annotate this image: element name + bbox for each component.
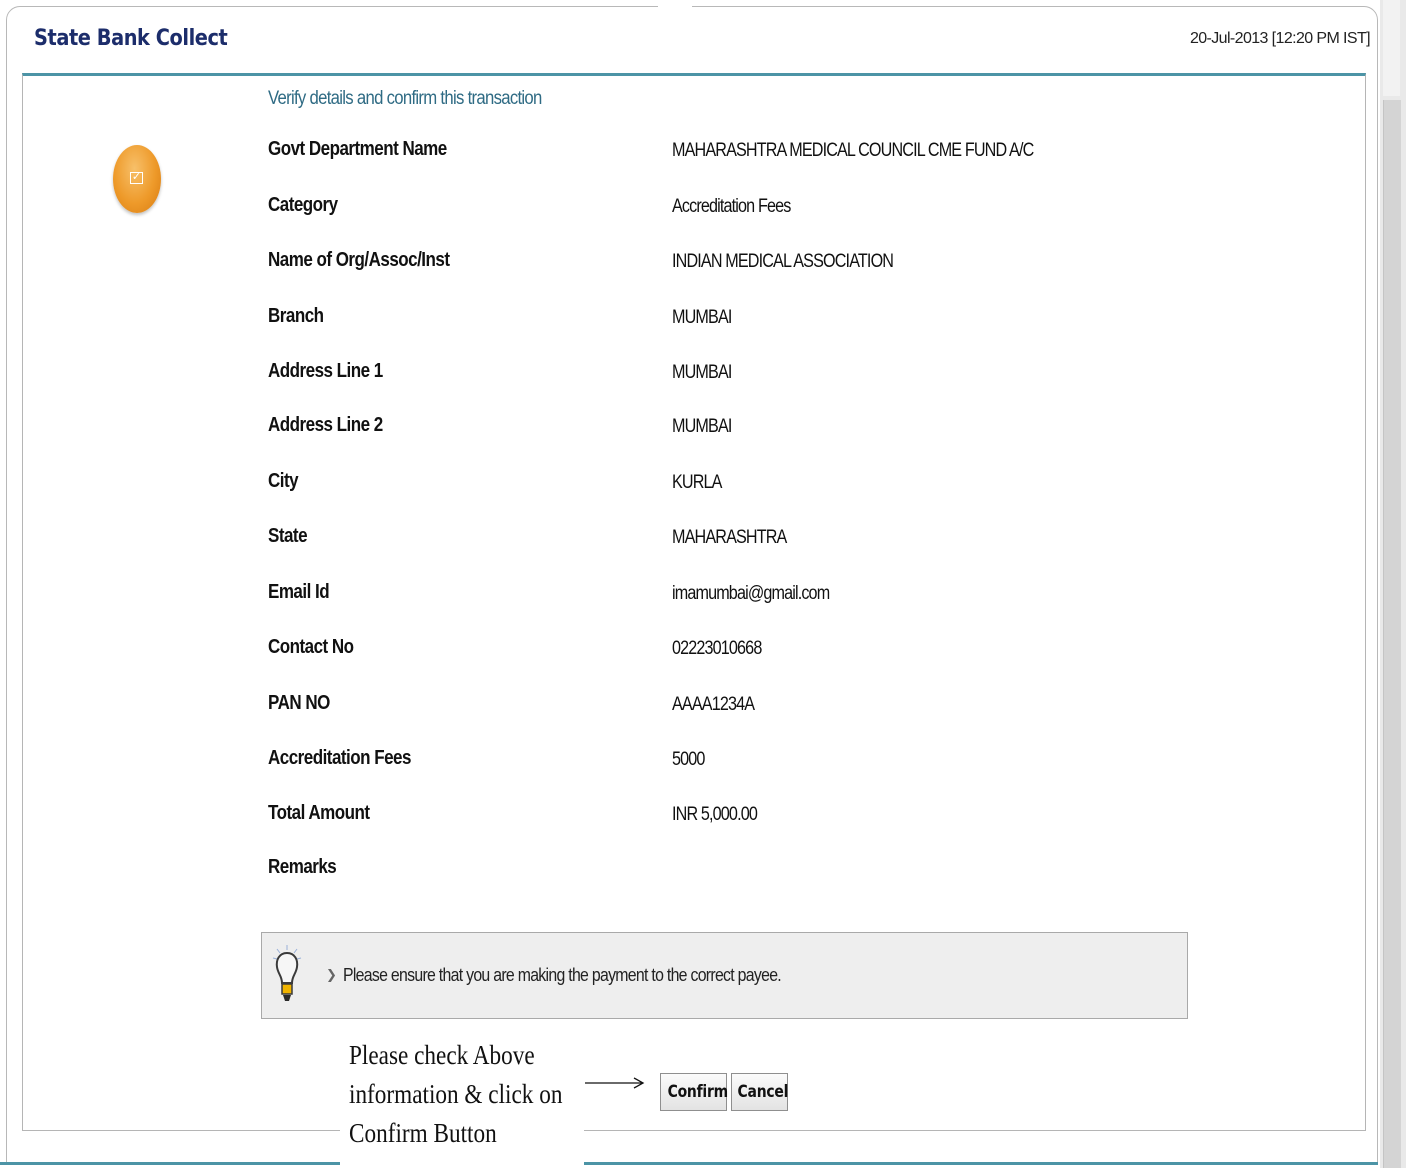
datetime-stamp: 20-Jul-2013 [12:20 PM IST] bbox=[1189, 30, 1371, 47]
detail-row: Email Id imamumbai@gmail.com bbox=[268, 581, 1268, 611]
detail-value: MUMBAI bbox=[672, 362, 732, 383]
detail-label: Remarks bbox=[268, 856, 337, 878]
confirm-button[interactable]: Confirm bbox=[660, 1073, 729, 1111]
detail-row: State MAHARASHTRA bbox=[268, 525, 1268, 555]
confirm-check-icon: ✓ bbox=[113, 145, 161, 213]
detail-value: INDIAN MEDICAL ASSOCIATION bbox=[672, 251, 894, 272]
vertical-scrollbar[interactable] bbox=[1380, 0, 1406, 1168]
detail-label: Address Line 1 bbox=[268, 360, 383, 382]
payee-notice-box: ❯ Please ensure that you are making the … bbox=[261, 932, 1188, 1019]
confirm-button-label: Confirm bbox=[667, 1082, 729, 1102]
detail-row: Remarks bbox=[268, 856, 1268, 886]
scrollbar-track[interactable] bbox=[1383, 0, 1400, 96]
detail-label: Govt Department Name bbox=[268, 138, 447, 160]
detail-value: imamumbai@gmail.com bbox=[672, 583, 830, 604]
page: State Bank Collect 20-Jul-2013 [12:20 PM… bbox=[0, 0, 1406, 1168]
detail-label: City bbox=[268, 470, 299, 492]
cancel-button-label: Cancel bbox=[737, 1082, 789, 1102]
detail-row: Name of Org/Assoc/Inst INDIAN MEDICAL AS… bbox=[268, 249, 1268, 279]
detail-label: Email Id bbox=[268, 581, 330, 603]
detail-value: INR 5,000.00 bbox=[672, 804, 758, 825]
instruction-line: Confirm Button bbox=[349, 1118, 497, 1148]
detail-value: 02223010668 bbox=[672, 638, 762, 659]
detail-row: Address Line 1 MUMBAI bbox=[268, 360, 1268, 390]
scrollbar-thumb[interactable] bbox=[1383, 100, 1401, 1168]
detail-row: Total Amount INR 5,000.00 bbox=[268, 802, 1268, 832]
detail-row: Category Accreditation Fees bbox=[268, 194, 1268, 224]
bullet-arrow-icon: ❯ bbox=[326, 967, 337, 982]
detail-label: State bbox=[268, 525, 308, 547]
pointer-arrow-icon bbox=[585, 1077, 645, 1089]
frame-gap bbox=[658, 0, 692, 70]
detail-value: AAAA1234A bbox=[672, 694, 755, 715]
detail-value: Accreditation Fees bbox=[672, 196, 791, 217]
detail-label: Branch bbox=[268, 305, 324, 327]
bottom-rule bbox=[0, 1162, 1378, 1165]
detail-value: MUMBAI bbox=[672, 416, 732, 437]
detail-row: Govt Department Name MAHARASHTRA MEDICAL… bbox=[268, 138, 1268, 168]
instruction-line: information & click on bbox=[349, 1079, 563, 1109]
payee-notice-text: Please ensure that you are making the pa… bbox=[343, 965, 782, 985]
detail-label: Category bbox=[268, 194, 338, 216]
detail-row: Contact No 02223010668 bbox=[268, 636, 1268, 666]
detail-value: MAHARASHTRA bbox=[672, 527, 787, 548]
detail-label: Address Line 2 bbox=[268, 414, 383, 436]
detail-value: 5000 bbox=[672, 749, 705, 770]
cancel-button[interactable]: Cancel bbox=[731, 1073, 788, 1111]
app-title: State Bank Collect bbox=[34, 26, 228, 51]
detail-value: MAHARASHTRA MEDICAL COUNCIL CME FUND A/C bbox=[672, 140, 1034, 161]
detail-row: Accreditation Fees 5000 bbox=[268, 747, 1268, 777]
detail-row: Branch MUMBAI bbox=[268, 305, 1268, 335]
detail-value: MUMBAI bbox=[672, 307, 732, 328]
detail-row: PAN NO AAAA1234A bbox=[268, 692, 1268, 722]
detail-value: KURLA bbox=[672, 472, 722, 493]
detail-label: Accreditation Fees bbox=[268, 747, 411, 769]
lightbulb-icon bbox=[272, 945, 302, 1001]
instruction-line: Please check Above bbox=[349, 1040, 535, 1070]
instruction-annotation: Please check Above information & click o… bbox=[340, 1034, 584, 1168]
section-heading: Verify details and confirm this transact… bbox=[268, 88, 542, 109]
detail-label: Total Amount bbox=[268, 802, 370, 824]
checkbox-tick-icon: ✓ bbox=[130, 171, 143, 184]
detail-label: Name of Org/Assoc/Inst bbox=[268, 249, 450, 271]
detail-label: Contact No bbox=[268, 636, 354, 658]
detail-label: PAN NO bbox=[268, 692, 330, 714]
detail-row: City KURLA bbox=[268, 470, 1268, 500]
detail-row: Address Line 2 MUMBAI bbox=[268, 414, 1268, 444]
